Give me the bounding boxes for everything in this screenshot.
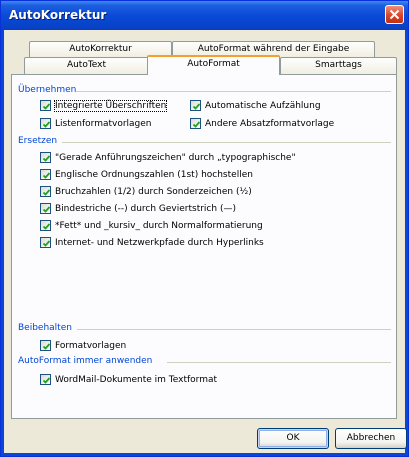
checkbox-bruchzahlen[interactable]: Bruchzahlen (1/2) durch Sonderzeichen (½… xyxy=(40,186,252,197)
autokorrektur-dialog: AutoKorrektur AutoKorrektur AutoFormat w… xyxy=(0,0,409,457)
checkbox[interactable] xyxy=(40,220,51,231)
window-title: AutoKorrektur xyxy=(9,8,107,22)
checkbox[interactable] xyxy=(190,118,201,129)
cancel-button[interactable]: Abbrechen xyxy=(335,428,407,449)
checkbox-fett-kursiv[interactable]: *Fett* und _kursiv_ durch Normalformatie… xyxy=(40,220,263,231)
checkbox[interactable] xyxy=(40,118,51,129)
group-divider xyxy=(62,142,391,143)
checkbox-label: Bindestriche (--) durch Geviertstrich (—… xyxy=(55,203,236,214)
checkbox[interactable] xyxy=(40,169,51,180)
group-divider xyxy=(76,91,391,92)
checkbox-label: Listenformatvorlagen xyxy=(55,118,152,129)
group-divider xyxy=(77,329,391,330)
checkbox-bindestriche[interactable]: Bindestriche (--) durch Geviertstrich (—… xyxy=(40,203,236,214)
checkbox-anfuehrungszeichen[interactable]: "Gerade Anführungszeichen" durch „typogr… xyxy=(40,152,296,163)
checkbox-label: Andere Absatzformatvorlage xyxy=(205,118,335,129)
checkbox-label: WordMail-Dokumente im Textformat xyxy=(55,374,218,385)
checkbox-wordmail[interactable]: WordMail-Dokumente im Textformat xyxy=(40,374,217,385)
checkmark-icon xyxy=(42,155,51,162)
checkbox-label: Formatvorlagen xyxy=(55,340,127,351)
checkmark-icon xyxy=(42,223,51,230)
tab-autotext[interactable]: AutoText xyxy=(24,57,149,74)
checkbox[interactable] xyxy=(40,237,51,248)
checkbox[interactable] xyxy=(40,186,51,197)
checkbox-label: Automatische Aufzählung xyxy=(205,100,321,111)
checkmark-icon xyxy=(42,121,51,128)
checkbox-ordnungszahlen[interactable]: Englische Ordnungszahlen (1st) hochstell… xyxy=(40,169,253,180)
checkbox[interactable] xyxy=(40,374,51,385)
checkmark-icon xyxy=(192,103,201,110)
tab-smarttags[interactable]: Smarttags xyxy=(280,57,397,74)
checkbox-label: Bruchzahlen (1/2) durch Sonderzeichen (½… xyxy=(55,186,252,197)
checkbox[interactable] xyxy=(40,203,51,214)
checkbox-listenformatvorlagen[interactable]: Listenformatvorlagen xyxy=(40,118,152,129)
tab-autoformat[interactable]: AutoFormat xyxy=(147,55,280,75)
checkmark-icon xyxy=(42,172,51,179)
checkbox-label: Integrierte Überschriften xyxy=(53,99,168,112)
checkbox-automatische-aufzaehlung[interactable]: Automatische Aufzählung xyxy=(190,100,321,111)
checkbox-formatvorlagen[interactable]: Formatvorlagen xyxy=(40,340,126,351)
checkbox-label: Englische Ordnungszahlen (1st) hochstell… xyxy=(55,169,253,180)
checkbox[interactable] xyxy=(40,340,51,351)
checkbox[interactable] xyxy=(190,100,201,111)
checkbox-integrierte-ueberschriften[interactable]: Integrierte Überschriften xyxy=(40,99,168,112)
group-immer-anwenden-label: AutoFormat immer anwenden xyxy=(18,356,153,366)
checkbox[interactable] xyxy=(40,152,51,163)
checkbox[interactable] xyxy=(40,100,51,111)
title-bar[interactable]: AutoKorrektur xyxy=(1,1,408,30)
ok-button[interactable]: OK xyxy=(257,428,329,449)
close-button[interactable] xyxy=(385,5,404,24)
close-icon xyxy=(389,9,400,20)
group-beibehalten-label: Beibehalten xyxy=(18,323,72,333)
checkbox-label: "Gerade Anführungszeichen" durch „typogr… xyxy=(55,152,296,163)
checkmark-icon xyxy=(42,206,51,213)
group-ersetzen-label: Ersetzen xyxy=(18,136,58,146)
checkbox-andere-absatzformatvorlage[interactable]: Andere Absatzformatvorlage xyxy=(190,118,334,129)
checkmark-icon xyxy=(42,240,51,247)
checkbox-label: Internet- und Netzwerkpfade durch Hyperl… xyxy=(55,237,264,248)
checkmark-icon xyxy=(42,377,51,384)
checkbox-hyperlinks[interactable]: Internet- und Netzwerkpfade durch Hyperl… xyxy=(40,237,264,248)
checkmark-icon xyxy=(42,103,51,110)
checkmark-icon xyxy=(42,189,51,196)
checkbox-label: *Fett* und _kursiv_ durch Normalformatie… xyxy=(55,220,263,231)
group-uebernehmen-label: Übernehmen xyxy=(18,85,77,95)
checkmark-icon xyxy=(192,121,201,128)
dialog-client: AutoKorrektur AutoFormat während der Ein… xyxy=(4,30,407,453)
checkmark-icon xyxy=(42,343,51,350)
group-divider xyxy=(167,362,391,363)
